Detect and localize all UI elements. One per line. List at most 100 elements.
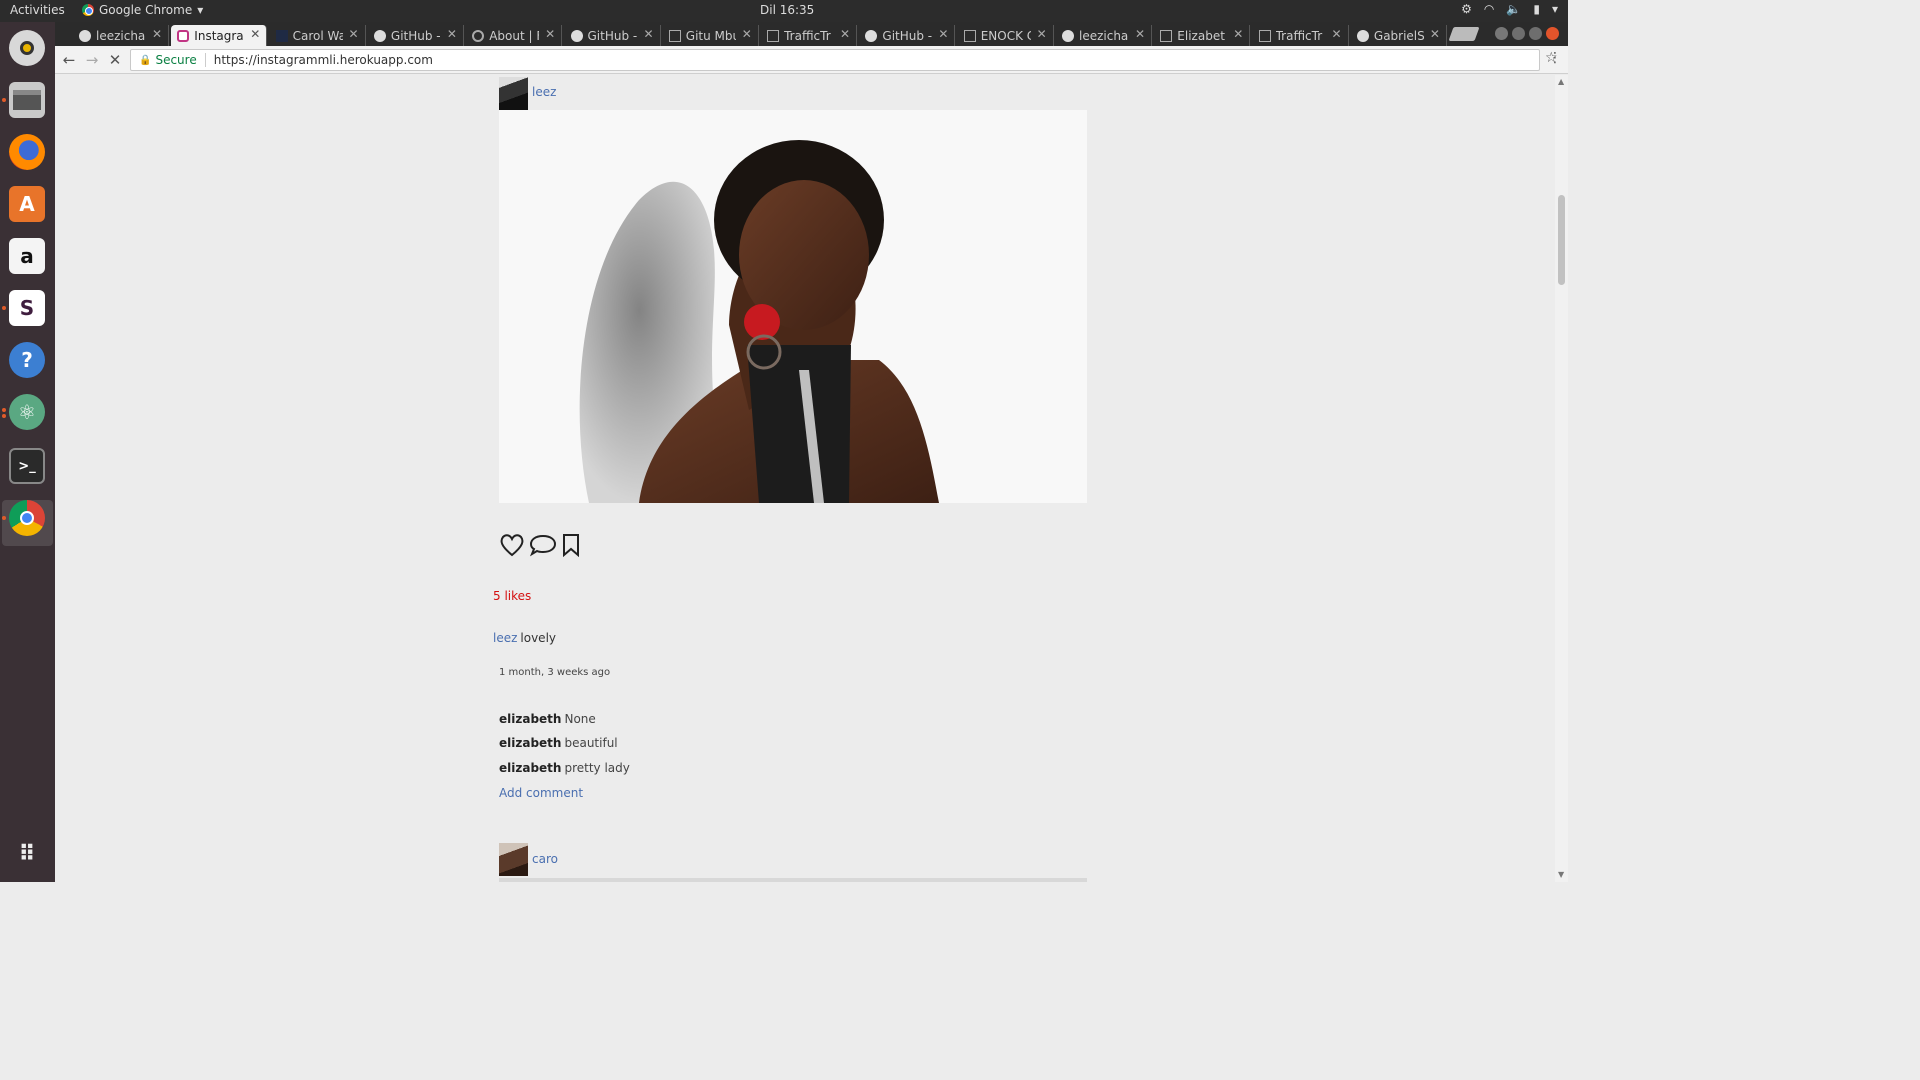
close-tab-icon[interactable]: ✕	[1135, 27, 1145, 41]
browser-tab[interactable]: Elizabet ✕	[1154, 25, 1251, 46]
firefox-icon[interactable]	[9, 134, 45, 170]
close-tab-icon[interactable]: ✕	[643, 27, 653, 41]
browser-tab[interactable]: About | F ✕	[466, 25, 563, 46]
close-tab-icon[interactable]: ✕	[349, 27, 359, 41]
stop-loading-icon[interactable]: ✕	[105, 50, 125, 70]
document-icon	[1160, 29, 1173, 42]
scrollbar-thumb[interactable]	[1558, 195, 1565, 285]
atom-icon[interactable]: ⚛	[9, 394, 45, 430]
clock[interactable]: Dil 16:35	[760, 3, 814, 17]
close-tab-icon[interactable]: ✕	[840, 27, 850, 41]
likes-count[interactable]: 5 likes	[493, 589, 531, 603]
address-bar[interactable]: 🔒 Secure https://instagrammli.herokuapp.…	[130, 49, 1540, 71]
help-icon[interactable]: ?	[9, 342, 45, 378]
volume-icon[interactable]: 🔈	[1506, 2, 1521, 16]
browser-tab[interactable]: Carol Wa ✕	[270, 25, 366, 46]
browser-tab[interactable]: GitHub - ✕	[859, 25, 956, 46]
close-tab-icon[interactable]: ✕	[1037, 27, 1047, 41]
add-comment-link[interactable]: Add comment	[499, 786, 583, 800]
maximize-icon[interactable]	[1529, 27, 1542, 40]
settings-icon[interactable]: ⚙	[1461, 2, 1472, 16]
close-tab-icon[interactable]: ✕	[447, 27, 457, 41]
comment-icon[interactable]	[529, 533, 557, 557]
browser-tab[interactable]: Gitu Mbu ✕	[663, 25, 759, 46]
close-tab-icon[interactable]: ✕	[1430, 27, 1440, 41]
comment-item: elizabeth beautiful	[499, 736, 618, 750]
document-icon	[767, 29, 780, 42]
next-post-author-link[interactable]: caro	[532, 852, 558, 866]
chrome-icon[interactable]	[9, 500, 45, 536]
browser-tab[interactable]: ENOCK C ✕	[958, 25, 1054, 46]
wifi-icon[interactable]: ◠	[1484, 2, 1494, 16]
browser-tab[interactable]: GabrielS ✕	[1351, 25, 1447, 46]
scroll-up-icon[interactable]: ▲	[1558, 77, 1564, 86]
tab-title: Gitu Mbu	[685, 28, 736, 43]
scroll-down-icon[interactable]: ▼	[1558, 870, 1564, 879]
browser-tab[interactable]: TrafficTr ✕	[761, 25, 858, 46]
show-applications-icon[interactable]: ⠿	[9, 836, 45, 872]
post-author-link[interactable]: leez	[532, 85, 556, 99]
comment-text: beautiful	[564, 736, 618, 750]
minimize-icon[interactable]	[1512, 27, 1525, 40]
tab-title: GitHub -	[587, 28, 638, 43]
next-author-avatar[interactable]	[499, 843, 528, 876]
close-tab-icon[interactable]: ✕	[152, 27, 162, 41]
close-tab-icon[interactable]: ✕	[1332, 27, 1342, 41]
heart-icon[interactable]	[499, 533, 525, 557]
activities-button[interactable]: Activities	[10, 3, 65, 17]
address-divider	[204, 53, 206, 67]
post-photo[interactable]	[499, 110, 1087, 503]
github-icon	[1356, 29, 1369, 42]
terminal-icon[interactable]: >_	[9, 448, 45, 484]
comment-item: elizabeth pretty lady	[499, 761, 630, 775]
close-window-icon[interactable]	[1546, 27, 1559, 40]
menu-kebab-icon[interactable]: ⋮	[1548, 50, 1562, 66]
tab-title: ENOCK C	[980, 28, 1031, 43]
browser-tab[interactable]: leezichar ✕	[73, 25, 169, 46]
comment-user[interactable]: elizabeth	[499, 712, 561, 726]
page-scrollbar[interactable]: ▲ ▼	[1555, 75, 1568, 882]
profile-icon[interactable]	[1495, 27, 1508, 40]
comment-user[interactable]: elizabeth	[499, 761, 561, 775]
chrome-icon	[82, 4, 94, 16]
close-tab-icon[interactable]: ✕	[742, 27, 752, 41]
battery-icon[interactable]: ▮	[1533, 2, 1540, 16]
comment-text: None	[564, 712, 596, 726]
tab-title: TrafficTr	[1275, 28, 1323, 43]
close-tab-icon[interactable]: ✕	[938, 27, 948, 41]
running-indicator	[2, 408, 6, 412]
browser-tab[interactable]: GitHub - ✕	[565, 25, 661, 46]
close-tab-icon[interactable]: ✕	[545, 27, 555, 41]
browser-tab[interactable]: leezichar ✕	[1056, 25, 1152, 46]
system-tray[interactable]: ⚙ ◠ 🔈 ▮ ▾	[1461, 2, 1558, 16]
files-icon[interactable]	[9, 82, 45, 118]
browser-tab[interactable]: Instagra ✕	[171, 25, 268, 46]
rhythmbox-icon[interactable]	[9, 30, 45, 66]
tab-title: GitHub -	[882, 28, 933, 43]
forward-arrow-icon[interactable]: →	[82, 50, 102, 70]
author-avatar[interactable]	[499, 77, 528, 110]
chevron-down-icon[interactable]: ▾	[1552, 2, 1558, 16]
amazon-icon[interactable]: a	[9, 238, 45, 274]
post-caption: leez lovely	[493, 631, 556, 645]
caption-user-link[interactable]: leez	[493, 631, 517, 645]
secure-label: Secure	[155, 53, 197, 67]
github-icon	[570, 29, 583, 42]
software-center-icon[interactable]: A	[9, 186, 45, 222]
close-tab-icon[interactable]: ✕	[250, 27, 260, 41]
url-text[interactable]: https://instagrammli.herokuapp.com	[214, 53, 433, 67]
github-icon	[373, 29, 386, 42]
browser-tab[interactable]: GitHub - ✕	[368, 25, 464, 46]
chevron-down-icon: ▾	[197, 3, 204, 17]
comment-user[interactable]: elizabeth	[499, 736, 561, 750]
tab-title: leezichar	[96, 28, 146, 43]
new-tab-button[interactable]	[1448, 27, 1480, 41]
post-actions	[499, 533, 581, 557]
slack-icon[interactable]: S	[9, 290, 45, 326]
close-tab-icon[interactable]: ✕	[1233, 27, 1243, 41]
app-menu[interactable]: Google Chrome ▾	[82, 3, 203, 17]
bookmark-icon[interactable]	[561, 533, 581, 557]
back-arrow-icon[interactable]: ←	[59, 50, 79, 70]
browser-tab[interactable]: TrafficTr ✕	[1253, 25, 1349, 46]
instagram-feed: leez 5 likes leez lovely 1 month, 3 week…	[55, 75, 1555, 882]
